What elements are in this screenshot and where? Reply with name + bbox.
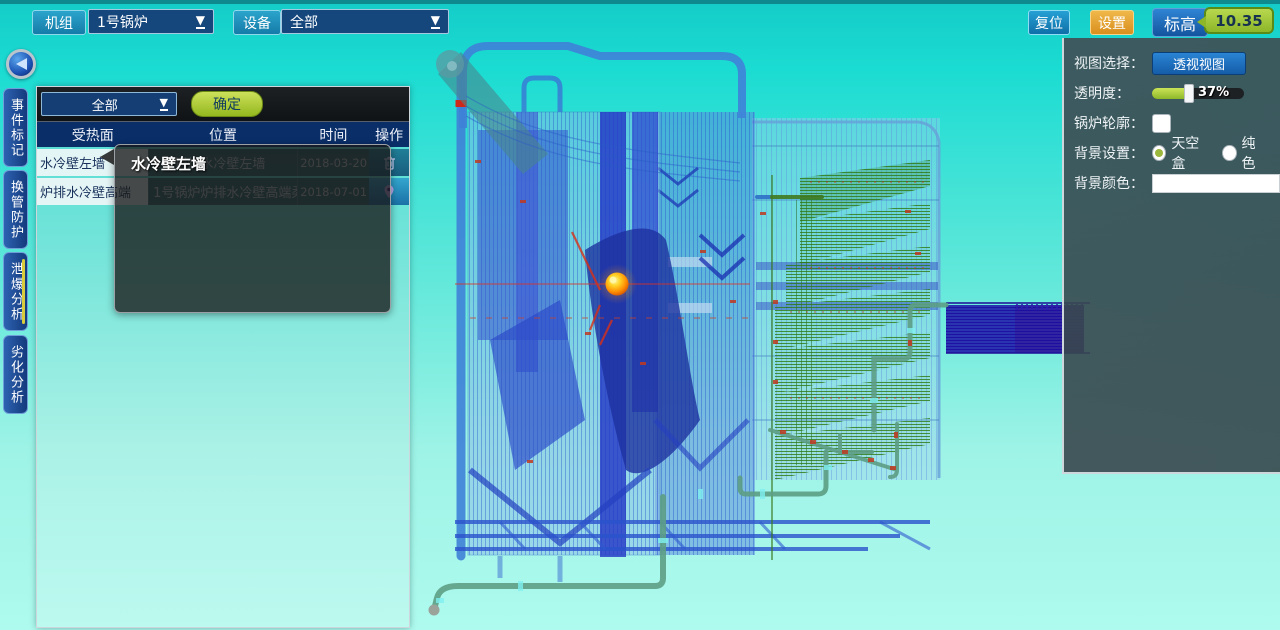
device-label: 设备 — [233, 10, 281, 35]
tab-label: 换管防护 — [6, 180, 25, 240]
col-header-action: 操作 — [369, 125, 409, 145]
tab-label: 劣化分析 — [6, 345, 25, 405]
bg-color-label: 背景颜色： — [1074, 173, 1152, 193]
sidebar-tab-degradation-analysis[interactable]: 劣化分析 — [3, 335, 28, 414]
radio-unselected-icon — [1222, 145, 1236, 161]
view-select-label: 视图选择： — [1074, 53, 1152, 73]
opacity-label: 透明度： — [1074, 83, 1152, 103]
tab-label: 事件标记 — [6, 98, 25, 158]
perspective-view-button[interactable]: 透视视图 — [1152, 52, 1246, 75]
unit-dropdown[interactable]: 1号锅炉 ▼ — [88, 9, 214, 34]
surface-tooltip: 水冷壁左墙 — [114, 144, 391, 313]
skybox-option-label: 天空盒 — [1171, 133, 1208, 173]
event-marker-orb[interactable] — [597, 264, 637, 304]
caret-down-icon: ▼ — [196, 14, 205, 29]
device-dropdown[interactable]: 全部 ▼ — [281, 9, 449, 34]
back-button[interactable] — [6, 49, 36, 79]
col-header-time: 时间 — [298, 125, 370, 145]
elevation-value: 10.35 — [1215, 12, 1262, 30]
back-arrow-icon — [16, 58, 27, 70]
caret-down-icon: ▼ — [160, 97, 168, 111]
outline-label: 锅炉轮廓： — [1074, 113, 1152, 133]
solid-color-option-label: 纯色 — [1242, 133, 1267, 173]
boiler-outline-checkbox[interactable] — [1152, 114, 1171, 133]
solid-color-radio-option[interactable]: 纯色 — [1222, 133, 1266, 173]
filter-dropdown[interactable]: 全部 ▼ — [41, 92, 177, 116]
tooltip-arrow — [100, 149, 114, 165]
col-header-surface: 受热面 — [37, 125, 148, 145]
opacity-slider-fill — [1152, 88, 1188, 99]
settings-button[interactable]: 设置 — [1090, 10, 1134, 35]
radio-selected-icon — [1152, 145, 1166, 161]
top-toolbar: 机组 1号锅炉 ▼ 设备 全部 ▼ 复位 设置 标高 10.35 — [0, 0, 1280, 40]
bg-mode-label: 背景设置： — [1074, 143, 1152, 163]
background-color-swatch[interactable] — [1152, 174, 1280, 193]
opacity-slider[interactable]: 37% — [1152, 88, 1244, 99]
caret-down-icon: ▼ — [431, 14, 440, 29]
top-edge-bar — [0, 0, 1280, 4]
reset-button[interactable]: 复位 — [1028, 10, 1070, 35]
event-list-panel: 全部 ▼ 确定 受热面 位置 时间 操作 水冷壁左墙 1号锅炉水冷壁左墙 201… — [36, 86, 410, 628]
tooltip-text: 水冷壁左墙 — [131, 153, 390, 174]
filter-dropdown-value: 全部 — [92, 95, 118, 114]
skybox-radio-option[interactable]: 天空盒 — [1152, 133, 1208, 173]
elevation-value-badge: 10.35 — [1204, 7, 1274, 34]
opacity-value: 37% — [1198, 85, 1229, 100]
confirm-button[interactable]: 确定 — [191, 91, 263, 117]
event-panel-header: 全部 ▼ 确定 — [37, 87, 409, 122]
unit-label: 机组 — [32, 10, 86, 35]
device-dropdown-value: 全部 — [290, 12, 318, 32]
view-settings-panel: 视图选择： 透视视图 透明度： 37% 锅炉轮廓： 背景设置： 天空盒 纯色 背… — [1062, 38, 1280, 474]
sidebar-tab-explosion-analysis[interactable]: 泄爆分析 — [3, 252, 28, 331]
sidebar-tab-tube-protection[interactable]: 换管防护 — [3, 170, 28, 249]
tab-label: 泄爆分析 — [6, 262, 25, 322]
opacity-slider-handle[interactable] — [1184, 84, 1194, 103]
sidebar-tab-event-marking[interactable]: 事件标记 — [3, 88, 28, 167]
unit-dropdown-value: 1号锅炉 — [97, 12, 148, 32]
col-header-position: 位置 — [148, 125, 297, 145]
boiler-structure — [429, 46, 1091, 616]
